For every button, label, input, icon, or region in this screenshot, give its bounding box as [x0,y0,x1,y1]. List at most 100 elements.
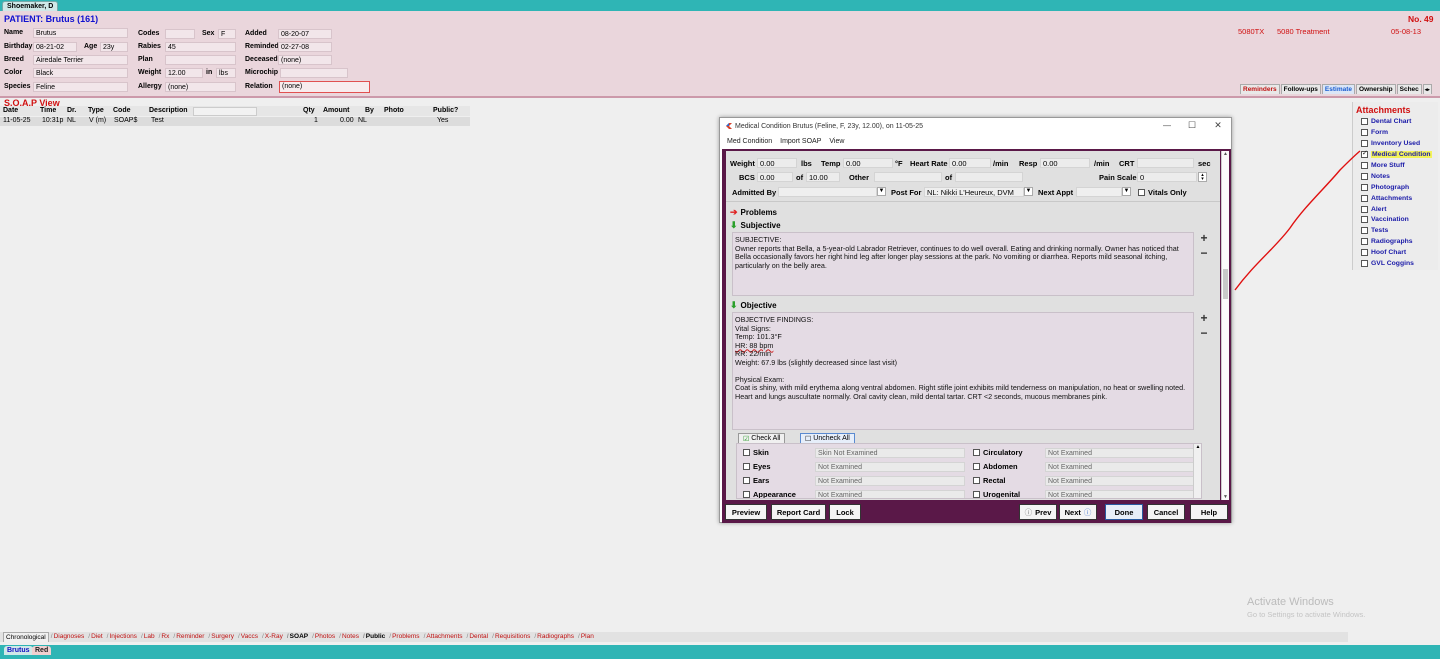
col-time[interactable]: Time [40,107,56,114]
checkbox[interactable] [743,463,750,470]
attach-radiographs[interactable]: Radiographs [1361,236,1413,246]
tab-plan[interactable]: Plan [576,632,596,642]
menu-med-condition[interactable]: Med Condition [723,136,776,148]
checkbox[interactable] [1361,139,1368,147]
name-field[interactable]: Brutus [33,28,128,38]
vital-pain-field[interactable]: 0 [1137,172,1197,182]
tab-scroll-arrows-icon[interactable]: ◂▸ [1422,84,1432,94]
dialog-scrollbar[interactable]: ▲ ▼ [1221,151,1229,500]
checkbox[interactable] [743,491,750,498]
breed-field[interactable]: Airedale Terrier [33,55,128,65]
exam-value[interactable]: Not Examined [1045,475,1195,486]
exam-row-eyes[interactable]: Eyes Not Examined [743,461,968,472]
tab-diagnoses[interactable]: Diagnoses [49,632,87,642]
exam-row-abdomen[interactable]: Abdomen Not Examined [973,461,1198,472]
tab-public[interactable]: Public [361,632,387,642]
attach-inventory-used[interactable]: Inventory Used [1361,138,1420,148]
exam-row-circulatory[interactable]: Circulatory Not Examined [973,447,1198,458]
problems-header[interactable]: ➔ Problems [730,207,777,218]
cancel-button[interactable]: Cancel [1147,504,1185,520]
exam-row-skin[interactable]: Skin Skin Not Examined [743,447,968,458]
tab-requisitions[interactable]: Requisitions [490,632,532,642]
close-icon[interactable]: ✕ [1212,120,1224,131]
add-icon[interactable]: + [1198,312,1210,325]
added-field[interactable]: 08-20-07 [278,29,332,39]
checkbox[interactable] [743,477,750,484]
user-tab[interactable]: Shoemaker, D [2,1,59,11]
description-filter-input[interactable] [193,107,257,116]
tab-x-ray[interactable]: X-Ray [260,632,285,642]
scroll-up-icon[interactable]: ▲ [1194,444,1201,450]
col-qty[interactable]: Qty [303,107,315,114]
birthday-field[interactable]: 08-21-02 [33,42,77,52]
post-for-select[interactable]: NL: Nikki L'Heureux, DVM [924,187,1024,197]
weight-unit-field[interactable]: lbs [216,68,236,78]
scroll-down-icon[interactable]: ▼ [1222,494,1229,500]
admitted-by-select[interactable] [778,187,877,197]
remove-icon[interactable]: − [1198,247,1210,260]
attach-gvl-coggins[interactable]: GVL Coggins [1361,258,1414,268]
tab-photos[interactable]: Photos [310,632,337,642]
chevron-down-icon[interactable]: ▼ [877,187,886,196]
exam-value[interactable]: Not Examined [1045,489,1195,498]
exam-row-rectal[interactable]: Rectal Not Examined [973,475,1198,486]
tab-vaccs[interactable]: Vaccs [236,632,260,642]
exam-row-ears[interactable]: Ears Not Examined [743,475,968,486]
minimize-icon[interactable]: — [1161,121,1173,130]
treatment-name[interactable]: 5080 Treatment [1277,27,1330,36]
col-type[interactable]: Type [88,107,104,114]
reminded-field[interactable]: 02-27-08 [278,42,332,52]
rabies-field[interactable]: 45 [165,42,236,52]
age-field[interactable]: 23y [100,42,128,52]
tab-dental[interactable]: Dental [465,632,491,642]
plan-field[interactable] [165,55,236,65]
prev-button[interactable]: ⓘ Prev [1019,504,1057,520]
vital-bcs-field[interactable]: 0.00 [757,172,793,182]
attach-medical-condition[interactable]: Medical Condition [1361,149,1432,159]
deceased-field[interactable]: (none) [278,55,332,65]
tab-reminder[interactable]: Reminder [171,632,206,642]
attach-more-stuff[interactable]: More Stuff [1361,160,1405,170]
col-date[interactable]: Date [3,107,18,114]
done-button[interactable]: Done [1105,504,1143,520]
exam-value[interactable]: Not Examined [815,475,965,486]
checkbox[interactable] [973,491,980,498]
attach-hoof-chart[interactable]: Hoof Chart [1361,247,1406,257]
color-field[interactable]: Black [33,68,128,78]
tab-injections[interactable]: Injections [105,632,139,642]
footer-tab-patient[interactable]: Brutus [4,646,33,655]
checkbox[interactable] [1361,117,1368,125]
subjective-textarea[interactable]: SUBJECTIVE: Owner reports that Bella, a … [732,232,1194,296]
col-amount[interactable]: Amount [323,107,349,114]
col-code[interactable]: Code [113,107,131,114]
relation-field[interactable]: (none) [279,81,370,93]
attach-vaccination[interactable]: Vaccination [1361,214,1409,224]
vital-bcs-max-field[interactable]: 10.00 [806,172,840,182]
checkbox[interactable] [743,449,750,456]
help-button[interactable]: Help [1190,504,1228,520]
objective-textarea[interactable]: OBJECTIVE FINDINGS: Vital Signs: Temp: 1… [732,312,1194,430]
vital-other-max-field[interactable] [955,172,1023,182]
tab-follow-ups[interactable]: Follow-ups [1280,84,1321,94]
tab-soap[interactable]: SOAP [285,632,310,642]
col-description[interactable]: Description [149,107,188,114]
exam-value[interactable]: Not Examined [815,461,965,472]
tab-schedule[interactable]: Schec [1396,84,1422,94]
chevron-down-icon[interactable]: ▼ [1024,187,1033,196]
exam-value[interactable]: Not Examined [1045,461,1195,472]
scroll-up-icon[interactable]: ▲ [1222,151,1229,157]
maximize-icon[interactable]: ☐ [1186,120,1198,131]
attach-form[interactable]: Form [1361,127,1388,137]
species-field[interactable]: Feline [33,82,128,92]
attach-dental-chart[interactable]: Dental Chart [1361,116,1411,126]
add-icon[interactable]: + [1198,232,1210,245]
exam-value[interactable]: Not Examined [815,489,965,498]
tab-ownership[interactable]: Ownership [1356,84,1396,94]
vital-temp-field[interactable]: 0.00 [843,158,893,168]
sex-field[interactable]: F [218,29,236,39]
menu-view[interactable]: View [825,136,848,148]
next-button[interactable]: Next ⓘ [1059,504,1097,520]
scroll-thumb[interactable] [1223,269,1228,299]
tab-notes[interactable]: Notes [337,632,361,642]
tab-rx[interactable]: Rx [157,632,172,642]
